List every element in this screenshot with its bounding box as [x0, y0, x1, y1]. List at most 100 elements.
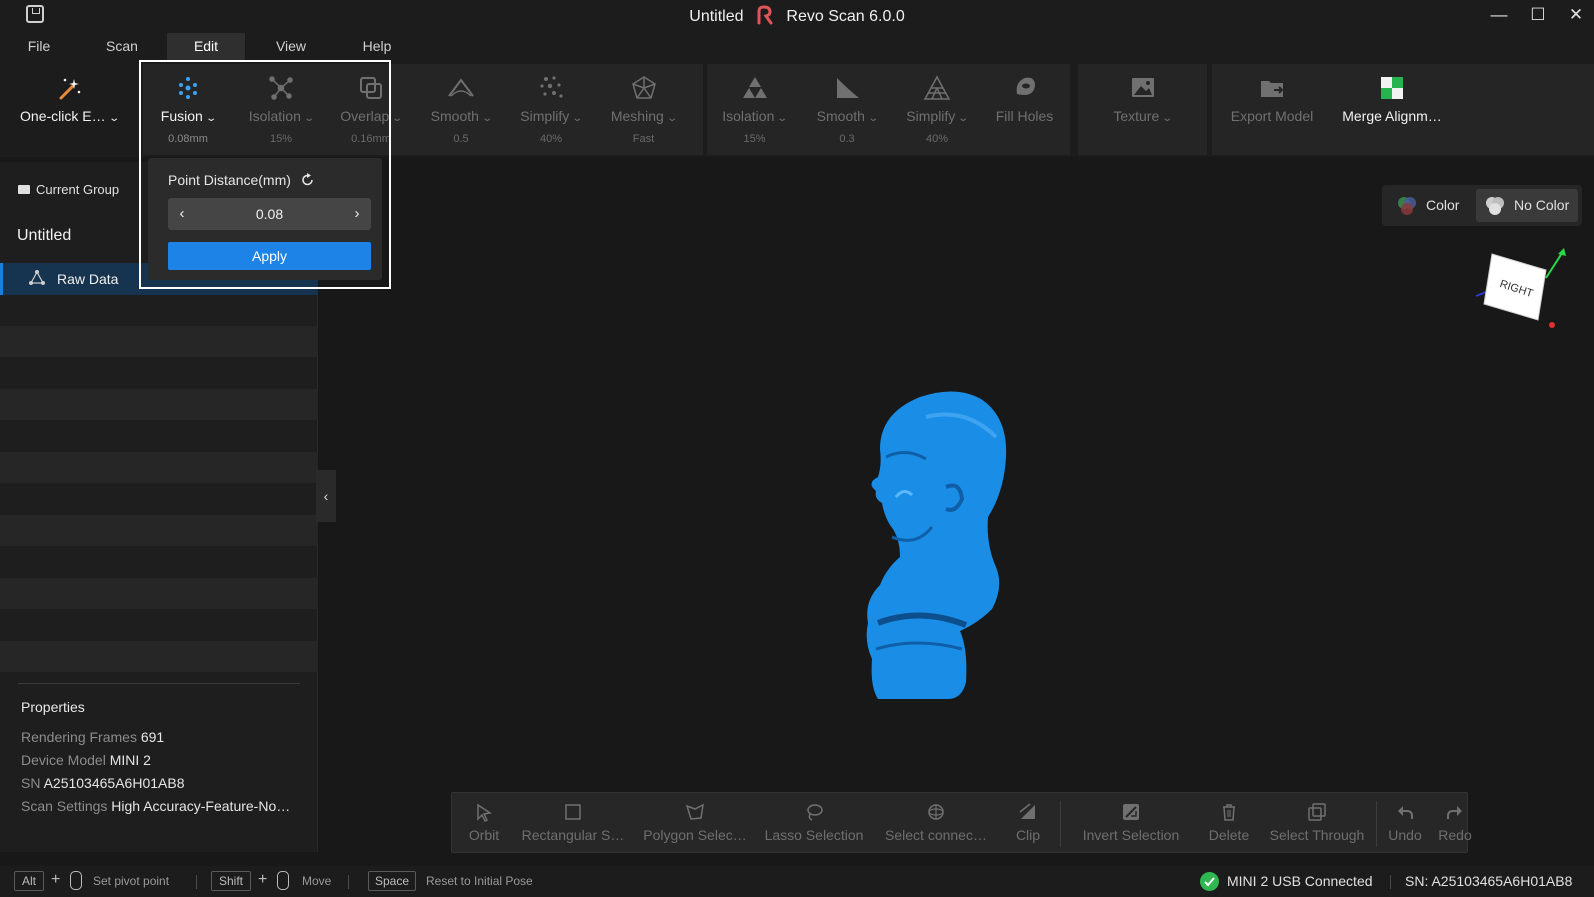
- view-cube[interactable]: RIGHT: [1472, 244, 1568, 332]
- simplify-mesh-icon: [923, 74, 951, 102]
- undo-icon: [1398, 806, 1413, 819]
- fill-holes-icon: [1011, 74, 1039, 102]
- invert-selection-button[interactable]: Invert Selection: [1064, 793, 1198, 853]
- title-bar: Untitled Revo Scan 6.0.0 — ☐ ✕: [0, 0, 1594, 30]
- clip-label: Clip: [1015, 827, 1041, 843]
- apply-button[interactable]: Apply: [168, 242, 371, 270]
- fusion-value: 0.08mm: [168, 133, 208, 145]
- revo-logo-icon: [756, 5, 774, 25]
- fusion-button[interactable]: Fusion ⌄ 0.08mm: [143, 64, 233, 155]
- color-mode-toggle: Color No Color: [1382, 185, 1582, 226]
- mouse-icon: [277, 871, 289, 890]
- meshing-button[interactable]: Meshing ⌄ Fast: [596, 64, 691, 155]
- color-button[interactable]: Color: [1388, 189, 1474, 222]
- smooth-mesh-button[interactable]: Smooth ⌄ 0.3: [802, 64, 892, 155]
- overlap-icon: [357, 74, 385, 102]
- clip-button[interactable]: Clip: [1000, 793, 1056, 853]
- merge-alignment-icon: [1378, 74, 1406, 102]
- undo-button[interactable]: Undo: [1380, 793, 1430, 853]
- isolation-mesh-button[interactable]: Isolation ⌄ 15%: [707, 64, 802, 155]
- lasso-selection-label: Lasso Selection: [764, 827, 864, 843]
- project-title: Untitled: [17, 227, 72, 244]
- invert-selection-icon: [1123, 804, 1139, 820]
- delete-button[interactable]: Delete: [1198, 793, 1260, 853]
- menu-help[interactable]: Help: [352, 33, 402, 60]
- fusion-label: Fusion: [160, 108, 203, 124]
- simplify-pointcloud-button[interactable]: Simplify ⌄ 40%: [506, 64, 596, 155]
- simplify-mesh-button[interactable]: Simplify ⌄ 40%: [892, 64, 982, 155]
- simplify-mesh-label: Simplify: [906, 108, 956, 124]
- empty-row: [0, 578, 318, 609]
- increment-button[interactable]: ›: [343, 198, 371, 230]
- toolbar: One-click E… ⌄ Fusion ⌄ 0.08mm Isolation ⌄ …: [0, 62, 1594, 157]
- point-distance-stepper: ‹ 0.08 ›: [168, 198, 371, 230]
- smooth-label: Smooth: [430, 108, 479, 124]
- texture-icon: [1129, 74, 1157, 102]
- window-title: Untitled Revo Scan 6.0.0: [0, 5, 1594, 26]
- selection-toolbar: Orbit Rectangular S… Polygon Selec… Lass…: [451, 792, 1472, 853]
- toolbar-group-oneclick: One-click E… ⌄: [0, 64, 143, 155]
- property-rendering-frames: Rendering Frames 691: [21, 729, 165, 745]
- connection-status: MINI 2 USB Connected: [1227, 873, 1373, 889]
- fill-holes-button[interactable]: Fill Holes: [982, 64, 1067, 155]
- isolation-pointcloud-button[interactable]: Isolation ⌄ 15%: [236, 64, 326, 155]
- toolbar-group-texture: Texture ⌄: [1078, 64, 1207, 155]
- fill-holes-label: Fill Holes: [995, 108, 1054, 124]
- plus-icon: +: [258, 871, 268, 888]
- one-click-edit-button[interactable]: One-click E… ⌄: [4, 64, 134, 155]
- merge-alignment-button[interactable]: Merge Alignm…: [1332, 64, 1452, 155]
- rectangular-selection-label: Rectangular S…: [521, 827, 625, 843]
- point-cloud-icon: [27, 269, 47, 292]
- smooth-value: 0.5: [453, 133, 469, 145]
- 3d-viewport[interactable]: [336, 162, 1594, 862]
- no-color-button[interactable]: No Color: [1476, 189, 1578, 222]
- menu-scan[interactable]: Scan: [97, 33, 147, 60]
- smooth-pointcloud-button[interactable]: Smooth ⌄ 0.5: [416, 64, 506, 155]
- decrement-button[interactable]: ‹: [168, 198, 196, 230]
- isolation-mesh-value: 15%: [743, 133, 766, 145]
- isolation-icon: [267, 74, 295, 102]
- app-window: { "window": { "doc_title": "Untitled", "…: [0, 0, 1594, 897]
- select-through-label: Select Through: [1269, 827, 1365, 843]
- reset-icon[interactable]: [301, 173, 315, 190]
- maximize-button[interactable]: ☐: [1518, 2, 1558, 28]
- current-group[interactable]: Current Group: [18, 182, 119, 197]
- minimize-button[interactable]: —: [1479, 2, 1519, 28]
- redo-button[interactable]: Redo: [1430, 793, 1480, 853]
- lasso-selection-button[interactable]: Lasso Selection: [756, 793, 872, 853]
- rectangular-selection-button[interactable]: Rectangular S…: [514, 793, 632, 853]
- merge-alignment-label: Merge Alignm…: [1342, 108, 1442, 124]
- pivot-hint: Set pivot point: [93, 874, 170, 888]
- folder-icon: [18, 185, 30, 194]
- empty-row: [0, 326, 318, 357]
- select-connected-button[interactable]: Select connec…: [874, 793, 998, 853]
- chevron-down-icon: ⌄: [571, 113, 584, 124]
- menu-file[interactable]: File: [14, 33, 64, 60]
- overlap-button[interactable]: Overlap ⌄ 0.16mm: [326, 64, 416, 155]
- scanned-bust-model: [866, 391, 1007, 699]
- select-through-button[interactable]: Select Through: [1262, 793, 1372, 853]
- menu-edit[interactable]: Edit: [167, 33, 245, 60]
- polygon-selection-button[interactable]: Polygon Selec…: [634, 793, 756, 853]
- smooth-mesh-value: 0.3: [839, 133, 855, 145]
- clip-icon: [1019, 803, 1035, 819]
- orbit-button[interactable]: Orbit: [454, 793, 514, 853]
- isolation-mesh-icon: [741, 74, 769, 102]
- toolbar-group-export: Export Model Merge Alignm…: [1212, 64, 1594, 155]
- separator: [196, 875, 197, 889]
- export-model-button[interactable]: Export Model: [1212, 64, 1332, 155]
- separator: [1060, 801, 1061, 847]
- trash-icon: [1223, 804, 1235, 821]
- smooth-icon: [447, 74, 475, 102]
- point-distance-value[interactable]: 0.08: [196, 198, 343, 230]
- isolation-mesh-label: Isolation: [722, 108, 775, 124]
- cursor-icon: [477, 803, 492, 822]
- polygon-icon: [685, 803, 704, 820]
- texture-button[interactable]: Texture ⌄: [1078, 64, 1207, 155]
- menu-view[interactable]: View: [265, 33, 317, 60]
- fusion-settings-popup: Point Distance(mm) ‹ 0.08 › Apply: [148, 158, 382, 280]
- simplify-value: 40%: [539, 133, 563, 145]
- collapse-panel-button[interactable]: ‹: [316, 470, 336, 522]
- document-title: Untitled: [689, 8, 744, 25]
- close-button[interactable]: ✕: [1556, 2, 1594, 28]
